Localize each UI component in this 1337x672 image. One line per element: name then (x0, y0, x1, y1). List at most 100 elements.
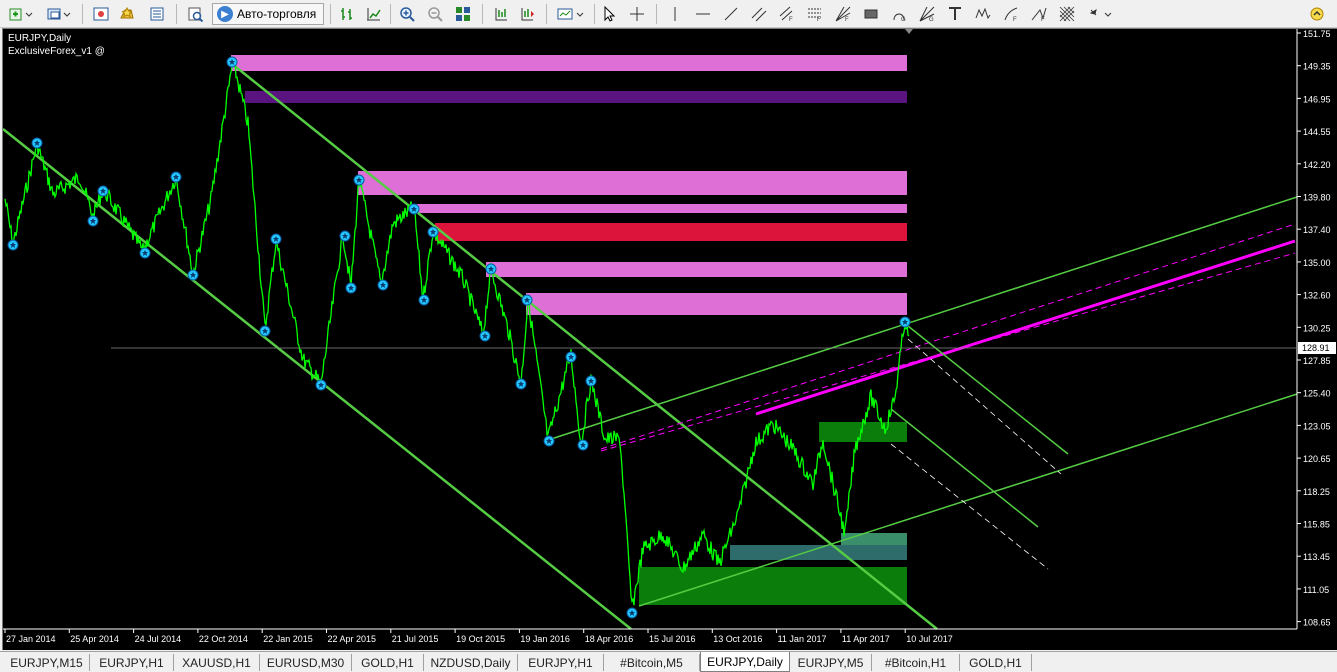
pivot-marker-icon (515, 378, 527, 390)
pivot-marker-icon (377, 279, 389, 291)
price-tick-label: 137.40 (1303, 225, 1331, 235)
price-zone (841, 533, 907, 545)
horizontal-line-icon[interactable] (692, 3, 714, 25)
pivot-marker-icon (565, 351, 577, 363)
text-icon[interactable] (944, 3, 966, 25)
price-zone (435, 223, 907, 241)
chart-window[interactable]: 151.75 149.35 146.95 144.55 142.20 139.80 137.… (2, 28, 1337, 650)
pivot-marker-icon (259, 325, 271, 337)
pivot-marker-icon (345, 282, 357, 294)
time-tick-label: 22 Jan 2015 (263, 634, 313, 644)
time-tick-label: 19 Jan 2016 (520, 634, 570, 644)
cycle-lines-icon[interactable]: G (888, 3, 910, 25)
tab-gold-h1[interactable]: GOLD,H1 (960, 654, 1032, 671)
rectangle-icon[interactable] (860, 3, 882, 25)
indicator-label: ExclusiveForex_v1 @ (8, 46, 105, 57)
price-zone (358, 171, 907, 195)
price-tick-label: 111.05 (1303, 585, 1329, 595)
price-tick-label: 120.65 (1303, 454, 1331, 464)
elliott-wave-icon[interactable] (972, 3, 994, 25)
templates-icon[interactable] (554, 3, 588, 25)
price-tick-label: 115.85 (1303, 520, 1330, 530)
trend-line-icon[interactable] (720, 3, 742, 25)
price-line (4, 56, 910, 606)
price-zone (526, 293, 907, 315)
svg-text:G: G (901, 17, 906, 22)
arrows-icon[interactable] (1086, 3, 1116, 25)
market-watch-icon[interactable] (90, 3, 112, 25)
pivot-marker-icon (187, 269, 199, 281)
pivot-marker-icon (226, 56, 238, 68)
fibonacci-arcs-icon[interactable]: F (1000, 3, 1022, 25)
pitchfork-icon[interactable]: F (1028, 3, 1050, 25)
regression-upper-band (600, 223, 1296, 450)
axes: 151.75 149.35 146.95 144.55 142.20 139.80 137.… (3, 29, 1337, 650)
tab--bitcoin-m5[interactable]: #Bitcoin,M5 (604, 654, 700, 671)
svg-text:F: F (817, 17, 821, 22)
tab-eurjpy-daily[interactable]: EURJPY,Daily (700, 652, 790, 672)
tab-eurjpy-m5[interactable]: EURJPY,M5 (790, 654, 872, 671)
price-tick-label: 132.60 (1303, 291, 1331, 301)
grid-icon[interactable] (1056, 3, 1078, 25)
time-tick-label: 19 Oct 2015 (456, 634, 505, 644)
autotrade-icon: ▶ (217, 6, 233, 22)
tab-eurjpy-h1[interactable]: EURJPY,H1 (90, 654, 174, 671)
tab-eurusd-m30[interactable]: EURUSD,M30 (260, 654, 352, 671)
tab--bitcoin-h1[interactable]: #Bitcoin,H1 (872, 654, 960, 671)
shift-marker-icon (905, 29, 913, 34)
svg-text:F: F (845, 17, 849, 22)
tab-eurjpy-h1[interactable]: EURJPY,H1 (518, 654, 604, 671)
price-tick-label: 135.00 (1303, 258, 1331, 268)
tab-gold-h1[interactable]: GOLD,H1 (352, 654, 424, 671)
price-tick-label: 142.20 (1303, 160, 1331, 170)
crosshair-icon[interactable] (626, 3, 648, 25)
toolbar: ▶ Авто-торговля F F F G G F F (0, 0, 1337, 28)
price-zone (231, 55, 907, 71)
price-zone (413, 204, 907, 213)
time-tick-label: 24 Jul 2014 (135, 634, 182, 644)
zoom-out-icon[interactable] (424, 3, 446, 25)
price-zone (245, 91, 907, 103)
pivot-marker-icon (7, 239, 19, 251)
zoom-in-icon[interactable] (396, 3, 418, 25)
pivot-marker-icon (353, 174, 365, 186)
pivot-marker-icon (315, 379, 327, 391)
gann-fan-icon[interactable]: G (916, 3, 938, 25)
pivot-marker-icon (626, 607, 638, 619)
svg-text:F: F (1013, 17, 1017, 22)
price-tick-label: 146.95 (1303, 94, 1331, 104)
time-tick-label: 11 Jan 2017 (778, 634, 827, 644)
bar-chart-icon[interactable] (336, 3, 358, 25)
tile-windows-icon[interactable] (452, 3, 474, 25)
chart-tabs: EURJPY,M15 EURJPY,H1 XAUUSD,H1 EURUSD,M30 GO… (0, 651, 1337, 672)
vertical-line-icon[interactable] (664, 3, 686, 25)
price-tick-label: 130.25 (1303, 323, 1331, 333)
candles-icon[interactable] (362, 3, 384, 25)
new-chart-icon[interactable] (6, 3, 38, 25)
tab-eurjpy-m15[interactable]: EURJPY,M15 (4, 654, 90, 671)
fibonacci-icon[interactable]: F (804, 3, 826, 25)
pivot-marker-icon (339, 230, 351, 242)
svg-text:F: F (1041, 17, 1045, 22)
price-tick-label: 108.65 (1303, 618, 1331, 628)
autotrade-button[interactable]: ▶ Авто-торговля (212, 3, 324, 25)
profiles-icon[interactable] (44, 3, 76, 25)
pivot-marker-icon (170, 171, 182, 183)
auto-scroll-icon[interactable] (490, 3, 512, 25)
pivot-marker-icon (270, 233, 282, 245)
std-deviation-channel-icon[interactable]: F (776, 3, 798, 25)
equidistant-channel-icon[interactable] (748, 3, 770, 25)
chart-shift-icon[interactable] (516, 3, 538, 25)
pivot-marker-icon (485, 263, 497, 275)
price-tick-label: 118.25 (1303, 487, 1330, 497)
cursor-icon[interactable] (598, 3, 620, 25)
gann-icon[interactable]: F (832, 3, 854, 25)
strategy-tester-icon[interactable] (184, 3, 206, 25)
terminal-icon[interactable] (146, 3, 168, 25)
pullback-line-b (890, 408, 1039, 528)
tab-xauusd-h1[interactable]: XAUUSD,H1 (174, 654, 260, 671)
tab-nzdusd-daily[interactable]: NZDUSD,Daily (424, 654, 518, 671)
chevron-up-icon[interactable] (1306, 3, 1328, 25)
price-chart[interactable]: 151.75 149.35 146.95 144.55 142.20 139.80 137.… (3, 29, 1337, 650)
navigator-icon[interactable] (116, 3, 138, 25)
